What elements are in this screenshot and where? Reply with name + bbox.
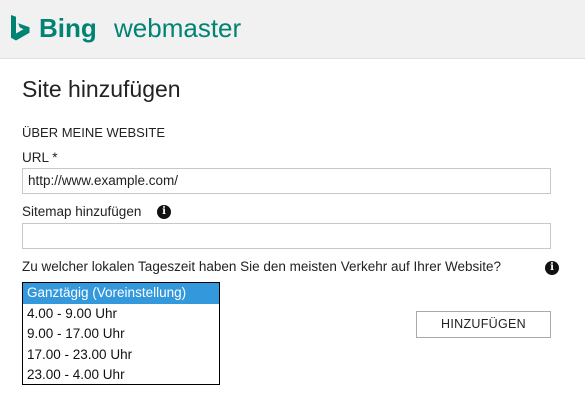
traffic-question-label: Zu welcher lokalen Tageszeit haben Sie d… <box>22 259 502 274</box>
traffic-option-all-day[interactable]: Ganztägig (Voreinstellung) <box>23 283 219 304</box>
sitemap-input[interactable] <box>22 223 551 249</box>
traffic-option-23-4[interactable]: 23.00 - 4.00 Uhr <box>23 365 219 386</box>
url-label: URL * <box>22 150 58 165</box>
product-name: webmaster <box>114 13 242 43</box>
traffic-option-9-17[interactable]: 9.00 - 17.00 Uhr <box>23 324 219 345</box>
traffic-info-icon[interactable]: i <box>545 261 559 275</box>
traffic-option-17-23[interactable]: 17.00 - 23.00 Uhr <box>23 345 219 366</box>
add-site-button[interactable]: HINZUFÜGEN <box>416 311 551 338</box>
sitemap-label: Sitemap hinzufügen <box>22 204 142 219</box>
brand-name[interactable]: Bing <box>39 13 97 43</box>
header-bar: Bing webmaster <box>0 0 585 59</box>
traffic-option-4-9[interactable]: 4.00 - 9.00 Uhr <box>23 304 219 325</box>
sitemap-info-icon[interactable]: i <box>157 205 171 219</box>
section-heading: ÜBER MEINE WEBSITE <box>22 125 166 140</box>
url-input[interactable]: http://www.example.com/ <box>22 168 551 194</box>
traffic-time-listbox[interactable]: Ganztägig (Voreinstellung) 4.00 - 9.00 U… <box>22 282 220 385</box>
bing-logo-icon[interactable] <box>10 15 32 41</box>
page-title: Site hinzufügen <box>22 76 181 102</box>
